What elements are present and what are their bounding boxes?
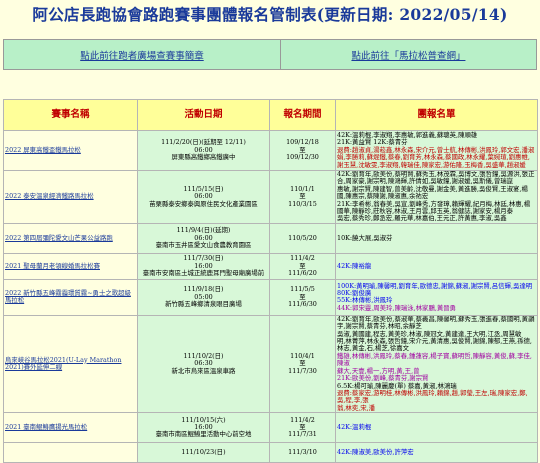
table-row: 2022 泰安溫泉經濟鐵路馬拉松 111/5/15(日) 06:00 苗栗縣泰安… (3, 170, 538, 224)
table-row: 2022 新竹縣五峰霧霾環質霧~勇士之歌超級馬拉松 111/9/18(日) 05… (3, 278, 538, 316)
event-cell: 111/5/15(日) 06:00 苗栗縣泰安鄉泰興原住民文化產業園區 (137, 170, 270, 224)
event-date: 111/10/15(六) (181, 415, 226, 424)
team-line: 42K:陳裕龍 (337, 261, 372, 270)
link-race-guide[interactable]: 點此前往跑者廣場查賽事簡章 (3, 39, 281, 70)
period-start: 111/3/10 (288, 447, 317, 456)
period-end: 111/7/31 (288, 430, 317, 439)
team-cell: 42K:劉育年,歐美份,蔡淑華,蔡義昌,陳馨明,蘇秀玉,張進春,蔡國明,黃韻宇,… (335, 314, 538, 414)
table-row: 2021 臺南鯤鯓鷹揚光馬拉松 111/10/15(六) 16:00 臺南市南區… (3, 412, 538, 444)
event-cell: 111/10/2(日) 06:30 新北市烏來區溫泉車路 (137, 314, 270, 414)
team-cell: 42K:陳裕龍 (335, 252, 538, 280)
team-line: 42K:劉育年,歐美份,蔡淑華,蔡義昌,陳馨明,蘇秀玉,張進春,蔡國明,黃韻宇,… (337, 315, 535, 331)
event-place: 苗栗縣泰安鄉泰興原住民文化產業園區 (149, 199, 258, 208)
table-row: 烏來峽谷馬拉松2021(U-Lay Marathon 2021)賽外延伸二線 1… (3, 314, 538, 414)
event-place: 臺南市南區鯤鯓里活動中心前空地 (155, 430, 252, 439)
event-time: 16:00 (194, 422, 213, 431)
header-team: 團報名單 (335, 99, 538, 131)
period-cell: 110/5/20 (269, 222, 336, 254)
team-line: 42K:陳淑美,歐美份,許萍宏 (337, 447, 414, 456)
race-link[interactable]: 2021 臺南鯤鯓鷹揚光馬拉松 (3, 412, 138, 444)
team-cell: 100K:黃明瑜,陳馨明,劉育年,歐德忠,謝錦,蘇淑,謝宗賢,呂信輝,吳達明 8… (335, 278, 538, 316)
period-end: 109/12/30 (286, 153, 319, 162)
header-event-date: 活動日期 (137, 99, 270, 131)
race-link[interactable]: 2022 第四屆彌陀愛文山芒果公益路跑 (3, 222, 138, 254)
team-refund-line: 退費:趙淑貞,湯菘鑫,林永森,宋介元,曾士航,林傳彬,洪鳳玲,郭文宏,潘淑娟,李… (337, 145, 535, 169)
team-refund-line: 翁,林奕,宋,潘 (337, 403, 376, 412)
team-cell: 42K:溫莉棍,李淑翔,李惠敏,郭進義,蘇聰英,陳順雄 21K:黃益賢 12K:… (335, 130, 538, 171)
header-period: 報名期間 (269, 99, 336, 131)
team-cell: 10K:饒大展,吳淑芬 (335, 222, 538, 254)
team-cell: 42K:劉育年,歐美份,蔡明賢,蘇秀玉,林茂霖,吳博文,張哲鐘,吳源洪,張正合,… (335, 170, 538, 224)
race-link[interactable]: 2022 泰安溫泉經濟鐵路馬拉松 (3, 170, 138, 224)
team-line: 10K:饒大展,吳淑芬 (337, 233, 393, 242)
period-cell: 111/5/5 至 111/6/30 (269, 278, 336, 316)
period-cell: 110/1/1 至 110/3/15 (269, 170, 336, 224)
header-race: 賽事名稱 (3, 99, 138, 131)
race-link[interactable]: 2021 聖母蘭月老領線婚馬拉松賽 (3, 252, 138, 280)
table-row: 2022 屏東高鐵盃鐵馬拉松 111/2/20(日)(延期至 12/11) 06… (3, 130, 538, 171)
nav-links: 點此前往跑者廣場查賽事簡章 點此前往「馬拉松普查網」 (3, 39, 538, 70)
link-marathon-census[interactable]: 點此前往「馬拉松普查網」 (279, 39, 538, 70)
period-sep: 至 (299, 422, 306, 431)
team-refund-line: 退費:蔡家宏,游明桂,林傳彬,洪鳳玲,賴錦,趙,郭瑩,王左,瑞,陳家宏,鄭,吳,… (337, 388, 528, 405)
race-link[interactable]: 2022 屏東高鐵盃鐵馬拉松 (3, 130, 138, 171)
team-line: 44K:郭宋靈,周美玲,陳瑞泳,林家鵬,黃晉勇 (337, 303, 457, 312)
page-title: 阿公店長跑協會路跑賽事團體報名管制表(更新日期: 2022/05/14) (32, 5, 508, 24)
period-end: 111/6/20 (288, 269, 317, 278)
table-row: 2021 聖母蘭月老領線婚馬拉松賽 111/7/30(日) 16:00 臺南市安… (3, 252, 538, 280)
team-cell: 42K:溫莉棍 (335, 412, 538, 444)
period-end: 111/7/30 (288, 366, 317, 375)
period-cell: 109/12/18 至 109/12/30 (269, 130, 336, 171)
event-place: 新竹縣五峰鄉清泉眼目廣場 (165, 300, 242, 309)
event-place: 屏東縣高鐵鄉高鐵廣中 (171, 153, 236, 162)
event-place: 臺南市安南區土城正統鹿耳門聖母廟廣場前 (142, 269, 265, 278)
registration-table: 賽事名稱 活動日期 報名期間 團報名單 2022 屏東高鐵盃鐵馬拉松 111/2… (3, 91, 538, 463)
team-line: 惠敏,謝宗賢,陳建智,曾美齡,沈敬曼,謝金美,黃進勝,吳俊賢,王淑宴,楊國,陳惠… (337, 184, 528, 201)
table-row: 2022 第四屆彌陀愛文山芒果公益路跑 111/9/4(日)(延期) 06:00… (3, 222, 538, 254)
period-end: 111/6/30 (288, 300, 317, 309)
event-cell: 111/7/30(日) 16:00 臺南市安南區土城正統鹿耳門聖母廟廣場前 (137, 252, 270, 280)
event-cell: 111/10/23(日) (137, 442, 270, 463)
event-cell: 111/9/4(日)(延期) 06:00 臺南市玉井區愛文山食農教育園區 (137, 222, 270, 254)
period-end: 110/3/15 (288, 199, 317, 208)
team-line: 吳宏,蔡秀珍,鄭丞宏,羅元華,林嘉伯,王元正,許黃惠,李淑,吳鑫 (337, 214, 507, 223)
event-place: 新北市烏來區溫泉車路 (171, 366, 236, 375)
period-cell: 111/3/10 (269, 442, 336, 463)
period-cell: 111/4/2 至 111/6/20 (269, 252, 336, 280)
team-line: 42K:溫莉棍 (337, 422, 372, 431)
event-cell: 111/9/18(日) 05:00 新竹縣五峰鄉清泉眼目廣場 (137, 278, 270, 316)
event-date: 111/10/23(日) (181, 447, 226, 456)
team-line: 鐵雄,林傳彬,洪鳳玲,蔡春,鍾蓮容,楊子寶,蘇明哲,陳靜容,黃俊,蘇,李佳,陳淑 (337, 351, 532, 368)
event-place: 臺南市玉井區愛文山食農教育園區 (155, 241, 252, 250)
event-cell: 111/10/15(六) 16:00 臺南市南區鯤鯓里活動中心前空地 (137, 412, 270, 444)
period-start: 110/5/20 (288, 233, 317, 242)
table-row: 111/10/23(日) 111/3/10 42K:陳淑美,歐美份,許萍宏 (3, 442, 538, 463)
period-cell: 111/4/2 至 111/7/31 (269, 412, 336, 444)
period-start: 111/4/2 (290, 415, 315, 424)
team-line: 明,林菁萍,林永森,張哲鐘,宋介元,黃清惠,吳俊賢,謝錦,陳郁,王燕,孫德,林志… (337, 337, 532, 353)
table-header: 賽事名稱 活動日期 報名期間 團報名單 (3, 99, 538, 131)
team-line: 42K:劉育年,歐美份,蔡明賢,蘇秀玉,林茂霖,吳博文,張哲鐘,吳源洪,張正合,… (337, 170, 535, 186)
event-cell: 111/2/20(日)(延期至 12/11) 06:00 屏東縣高鐵鄉高鐵廣中 (137, 130, 270, 171)
race-link[interactable]: 烏來峽谷馬拉松2021(U-Lay Marathon 2021)賽外延伸二線 (3, 314, 138, 414)
period-cell: 110/4/1 至 111/7/30 (269, 314, 336, 414)
race-link[interactable] (3, 442, 138, 463)
team-cell: 42K:陳淑美,歐美份,許萍宏 (335, 442, 538, 463)
race-link[interactable]: 2022 新竹縣五峰霧霾環質霧~勇士之歌超級馬拉松 (3, 278, 138, 316)
